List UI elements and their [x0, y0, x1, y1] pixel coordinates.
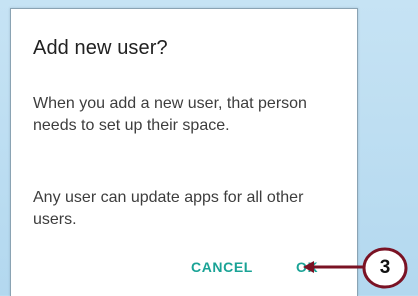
callout-number: 3 — [379, 257, 391, 278]
ok-button[interactable]: OK — [296, 259, 318, 275]
dialog-title: Add new user? — [33, 37, 168, 59]
cancel-button[interactable]: CANCEL — [191, 259, 253, 275]
dialog-message-setup: When you add a new user, that person nee… — [33, 95, 307, 134]
dialog-message-apps: Any user can update apps for all other u… — [33, 189, 304, 228]
add-user-dialog: Add new user? When you add a new user, t… — [10, 8, 358, 296]
